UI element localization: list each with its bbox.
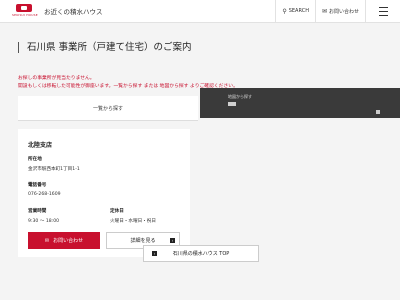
office-card: 北陸支店 所在地 金沢市駅西本町1丁目1-1 電話番号 076-268-1609… [18, 129, 190, 257]
map-scroll-handle[interactable] [376, 110, 380, 114]
chevron-right-icon: › [170, 238, 175, 243]
brand-logo[interactable]: SEKISUI HOUSE [12, 4, 38, 18]
menu-button[interactable] [365, 0, 400, 22]
closed-days-value: 火曜日・水曜日・祝日 [110, 219, 156, 224]
logo-mark-icon [16, 4, 32, 12]
mail-icon: ✉ [44, 237, 50, 244]
page-title: 石川県 事業所（戸建て住宅）のご案内 [18, 42, 192, 53]
search-icon: ⚲ [282, 7, 287, 15]
closed-days-label: 定休日 [110, 209, 124, 214]
phone-label: 電話番号 [28, 183, 47, 188]
address-label: 所在地 [28, 157, 42, 162]
hours-label: 営業時間 [28, 209, 47, 214]
map-search-field[interactable] [228, 102, 236, 106]
address-value: 金沢市駅西本町1丁目1-1 [28, 167, 80, 172]
map-search-panel[interactable]: 地図から探す [200, 88, 400, 118]
hamburger-icon [378, 6, 388, 16]
office-contact-label: お問い合わせ [53, 238, 84, 244]
header-tools: ⚲ SEARCH ✉ お問い合わせ [275, 0, 400, 22]
notice-line-1: お探しの事業所が見当たりません。 [18, 76, 95, 81]
site-title[interactable]: お近くの積水ハウス [44, 6, 103, 16]
chevron-right-icon: › [152, 251, 157, 256]
search-button[interactable]: ⚲ SEARCH [275, 0, 315, 22]
prefecture-top-label: 石川県の積水ハウス TOP [172, 251, 230, 257]
map-search-label: 地図から探す [228, 94, 252, 99]
contact-link[interactable]: ✉ お問い合わせ [314, 0, 365, 22]
office-name: 北陸支店 [28, 142, 53, 149]
office-detail-label: 詳細を見る [130, 238, 156, 244]
site-header: SEKISUI HOUSE お近くの積水ハウス ⚲ SEARCH ✉ お問い合わ… [0, 0, 400, 23]
contact-label: お問い合わせ [328, 8, 359, 15]
hours-value: 9:30 〜 18:00 [28, 219, 60, 224]
phone-value[interactable]: 076-268-1609 [28, 192, 61, 197]
search-by-list-button[interactable]: 一覧から探す [18, 96, 198, 121]
office-contact-button[interactable]: ✉ お問い合わせ [28, 232, 100, 249]
search-label: SEARCH [288, 8, 309, 14]
prefecture-top-link[interactable]: › 石川県の積水ハウス TOP [143, 245, 259, 262]
mail-icon: ✉ [321, 7, 327, 15]
